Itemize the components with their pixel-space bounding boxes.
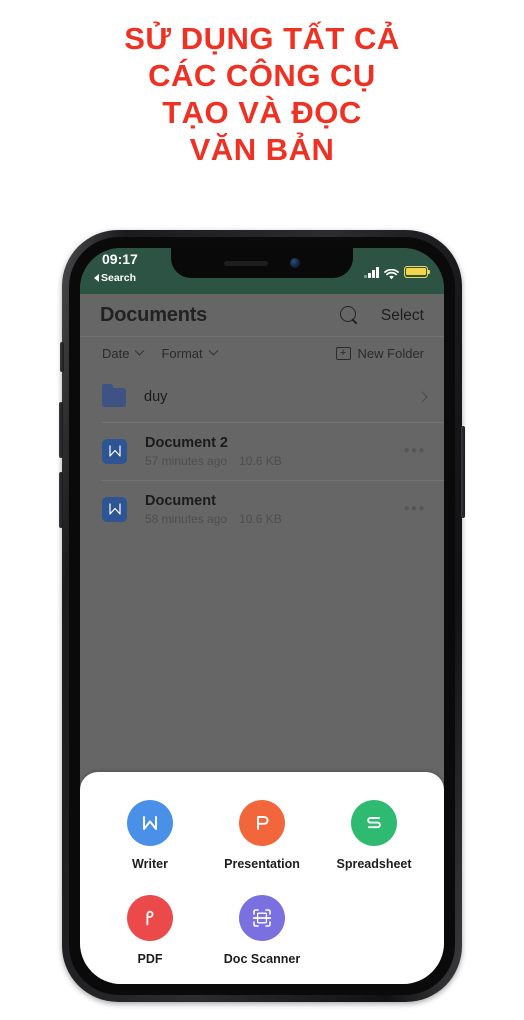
file-name: Document (145, 492, 216, 509)
sort-by-date-label: Date (102, 346, 130, 361)
create-new-bottom-sheet: Writer Presentation Spreadsheet PDF Doc … (80, 772, 444, 984)
phone-bezel: 09:17 Search Documents Select Date Forma… (69, 237, 455, 995)
file-modified: 58 minutes ago (145, 511, 228, 526)
writer-doc-icon (102, 496, 127, 522)
front-camera-icon (290, 258, 300, 268)
chevron-right-icon[interactable] (416, 391, 428, 403)
promo-headline-line-3: TẠO VÀ ĐỌC (162, 95, 362, 130)
promo-screenshot-page: SỬ DỤNG TẤT CẢ CÁC CÔNG CỤ TẠO VÀ ĐỌC VĂ… (0, 0, 524, 1020)
file-size: 10.6 KB (239, 511, 282, 526)
promo-headline-line-2: CÁC CÔNG CỤ (148, 58, 376, 93)
more-options-icon[interactable]: ••• (404, 499, 426, 519)
table-row[interactable]: Document 2 57 minutes ago 10.6 KB ••• (80, 422, 444, 480)
pdf-icon (127, 895, 173, 941)
folder-plus-icon: + (335, 347, 351, 360)
table-row[interactable]: Document 58 minutes ago 10.6 KB ••• (80, 480, 444, 538)
presentation-icon (239, 800, 285, 846)
chevron-down-icon (135, 345, 145, 356)
chevron-down-icon (208, 345, 219, 356)
app-navigation-bar: Documents Select (80, 294, 444, 337)
wifi-icon (384, 267, 399, 279)
documents-app: Documents Select Date Format + New Folde… (80, 294, 444, 984)
more-options-icon[interactable]: ••• (404, 441, 426, 461)
status-bar-indicators (364, 266, 431, 279)
writer-icon (127, 800, 173, 846)
new-folder-button[interactable]: + New Folder (335, 346, 424, 361)
search-icon[interactable] (339, 306, 359, 325)
battery-icon (404, 266, 431, 278)
promo-headline-line-4: VĂN BẢN (189, 132, 335, 167)
tool-spreadsheet[interactable]: Spreadsheet (318, 800, 430, 871)
select-button[interactable]: Select (381, 307, 424, 325)
power-button[interactable] (461, 426, 465, 518)
table-row[interactable]: duy (80, 372, 444, 422)
silent-switch-button[interactable] (60, 342, 64, 372)
file-name: Document 2 (145, 434, 228, 451)
filter-by-format-dropdown[interactable]: Format (161, 345, 219, 361)
tool-pdf[interactable]: PDF (94, 895, 206, 966)
tool-presentation[interactable]: Presentation (206, 800, 318, 871)
file-size: 10.6 KB (239, 453, 282, 468)
promo-headline: SỬ DỤNG TẤT CẢ CÁC CÔNG CỤ TẠO VÀ ĐỌC VĂ… (0, 20, 524, 168)
writer-doc-icon (102, 438, 127, 464)
filter-bar: Date Format + New Folder (80, 337, 444, 370)
status-bar-clock: 09:17 (102, 251, 138, 267)
tool-doc-scanner-label: Doc Scanner (223, 952, 301, 966)
back-to-search-label: Search (101, 272, 137, 284)
phone-mockup: 09:17 Search Documents Select Date Forma… (59, 230, 465, 1002)
spreadsheet-icon (351, 800, 397, 846)
volume-down-button[interactable] (59, 472, 63, 528)
tool-spreadsheet-label: Spreadsheet (336, 857, 412, 871)
back-to-search-button[interactable]: Search (94, 272, 136, 284)
page-title: Documents (100, 304, 208, 326)
filter-by-format-label: Format (161, 346, 203, 361)
back-arrow-icon (94, 274, 99, 282)
tool-presentation-label: Presentation (224, 857, 300, 871)
sort-by-date-dropdown[interactable]: Date (102, 345, 145, 361)
doc-scanner-icon (239, 895, 285, 941)
folder-icon (102, 383, 126, 407)
promo-headline-line-1: SỬ DỤNG TẤT CẢ (124, 21, 400, 56)
tool-pdf-label: PDF (137, 952, 163, 966)
file-list: duy Document 2 57 minutes ago 10.6 KB ••… (80, 370, 444, 538)
file-name: duy (144, 389, 168, 405)
new-folder-label: New Folder (357, 346, 424, 361)
cellular-bars-icon (364, 266, 379, 278)
tool-writer[interactable]: Writer (94, 800, 206, 871)
tool-doc-scanner[interactable]: Doc Scanner (206, 895, 318, 966)
file-modified: 57 minutes ago (145, 453, 228, 468)
earpiece-speaker-icon (224, 260, 268, 266)
phone-notch (171, 248, 353, 278)
phone-screen: 09:17 Search Documents Select Date Forma… (80, 248, 444, 984)
tool-writer-label: Writer (132, 857, 168, 871)
volume-up-button[interactable] (59, 402, 63, 458)
